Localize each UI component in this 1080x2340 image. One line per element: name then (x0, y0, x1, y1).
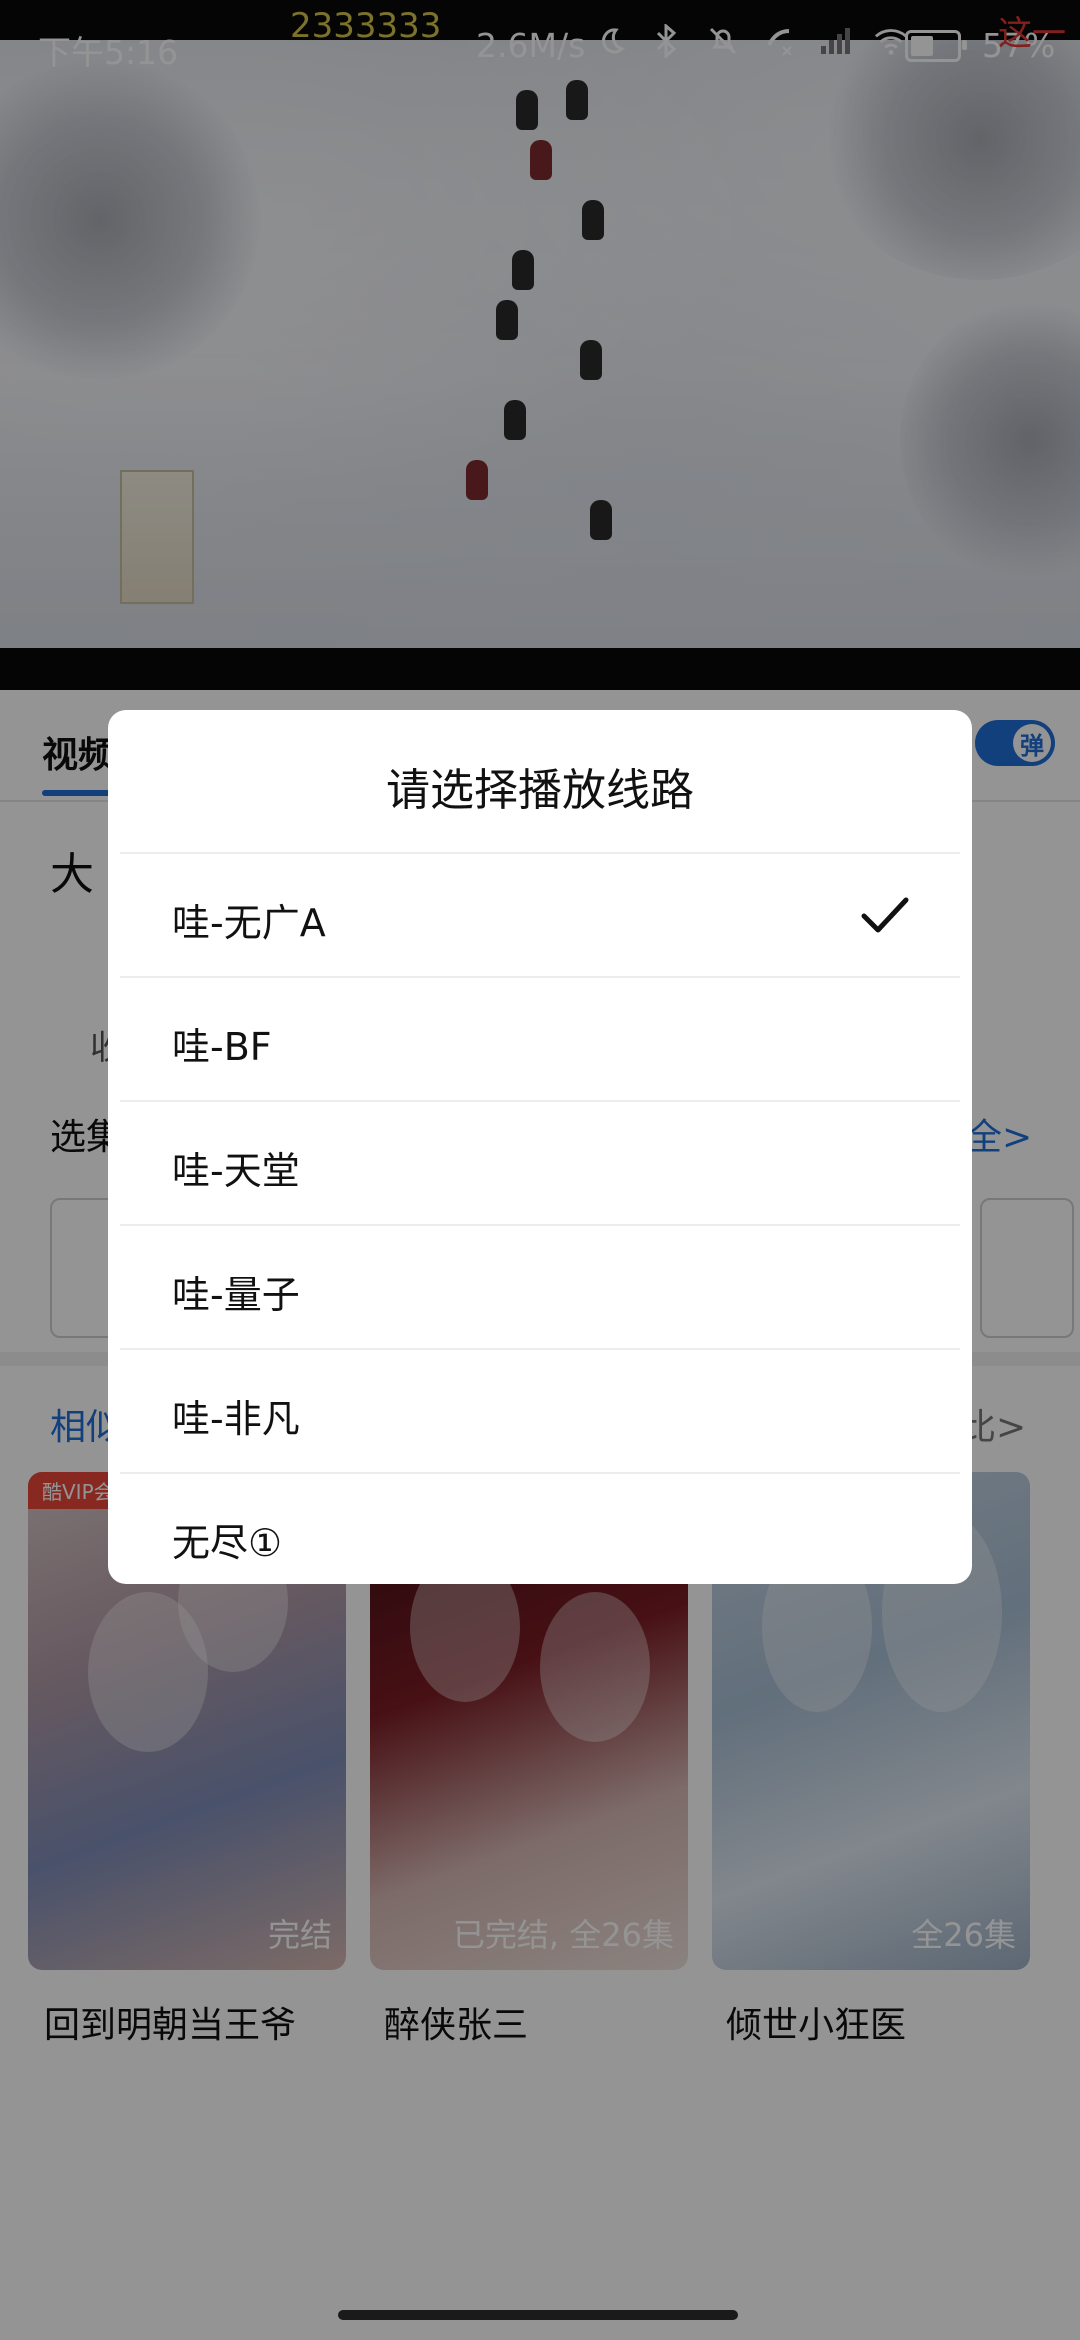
route-option-label: 哇-无广A (172, 901, 326, 945)
route-option[interactable]: 哇-无广A (120, 852, 960, 976)
route-select-dialog: 请选择播放线路 哇-无广A 哇-BF 哇-天堂 哇-量子 哇-非凡 无尽① (108, 710, 972, 1584)
route-option[interactable]: 哇-非凡 (120, 1348, 960, 1472)
route-option[interactable]: 无尽① (120, 1472, 960, 1584)
route-option[interactable]: 哇-量子 (120, 1224, 960, 1348)
route-option-label: 无尽① (172, 1521, 283, 1565)
route-option[interactable]: 哇-BF (120, 976, 960, 1100)
home-indicator[interactable] (338, 2310, 738, 2320)
route-option-label: 哇-天堂 (172, 1149, 300, 1193)
route-option-label: 哇-量子 (172, 1273, 300, 1317)
check-icon (861, 897, 909, 933)
route-option[interactable]: 哇-天堂 (120, 1100, 960, 1224)
route-option-label: 哇-非凡 (172, 1397, 300, 1441)
route-option-label: 哇-BF (172, 1025, 272, 1069)
route-option-list: 哇-无广A 哇-BF 哇-天堂 哇-量子 哇-非凡 无尽① (120, 852, 960, 1584)
dialog-title: 请选择播放线路 (386, 765, 694, 816)
